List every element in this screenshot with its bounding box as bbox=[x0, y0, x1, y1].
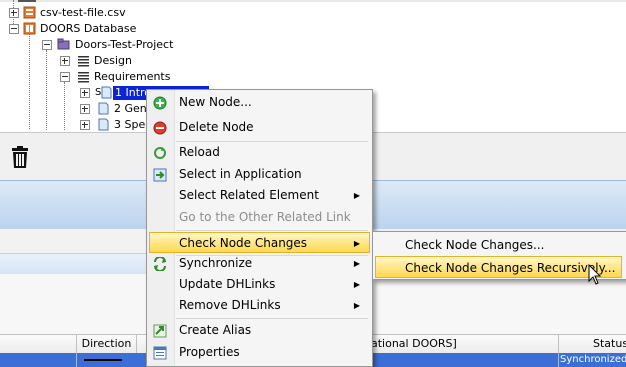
status-cell: Synchronized bbox=[560, 354, 626, 365]
expand-icon[interactable] bbox=[60, 56, 70, 66]
menu-item-properties[interactable]: Properties bbox=[149, 342, 370, 363]
tree-item-requirements[interactable]: Requirements bbox=[0, 69, 200, 85]
menu-item-label: Go to the Other Related Link bbox=[179, 210, 351, 224]
menu-item-label: Select in Application bbox=[179, 167, 302, 181]
list-icon bbox=[78, 72, 89, 83]
expand-icon[interactable] bbox=[9, 8, 19, 18]
delete-red-icon bbox=[153, 121, 167, 135]
column-header-status[interactable]: Status bbox=[558, 335, 626, 353]
tree-item-label: Design bbox=[94, 54, 132, 67]
alias-icon bbox=[153, 324, 167, 338]
submenu-arrow-icon: ▶ bbox=[353, 191, 360, 200]
tree-item-label: DOORS Database bbox=[40, 22, 137, 35]
menu-item-label: New Node... bbox=[179, 95, 252, 109]
menu-item-remove-dhlinks[interactable]: Remove DHLinks ▶ bbox=[149, 295, 370, 316]
submenu-arrow-icon: ▶ bbox=[353, 280, 360, 289]
submenu-arrow-icon: ▶ bbox=[353, 259, 360, 268]
collapse-icon[interactable] bbox=[42, 40, 52, 50]
menu-item-update-dhlinks[interactable]: Update DHLinks ▶ bbox=[149, 274, 370, 295]
sync-icon bbox=[154, 257, 166, 271]
folder-icon bbox=[57, 38, 70, 50]
menu-item-new-node[interactable]: New Node... bbox=[149, 92, 370, 113]
tree-item-csv[interactable]: csv-test-file.csv bbox=[0, 5, 200, 21]
tree-item-project[interactable]: Doors-Test-Project bbox=[0, 37, 200, 53]
collapse-icon[interactable] bbox=[60, 72, 70, 82]
context-menu: New Node... Delete Node Reload Select in… bbox=[146, 89, 373, 367]
tree-item-spec[interactable]: 3 Spec bbox=[0, 117, 151, 133]
select-arrow-icon bbox=[153, 168, 167, 182]
tree-item-label: csv-test-file.csv bbox=[40, 6, 126, 19]
menu-item-label: Remove DHLinks bbox=[179, 298, 281, 312]
tree-item-doors-database[interactable]: DOORS Database bbox=[0, 21, 200, 37]
collapse-icon[interactable] bbox=[9, 24, 19, 34]
submenu-arrow-icon: ▶ bbox=[353, 301, 360, 310]
reload-icon bbox=[154, 147, 166, 159]
add-green-icon bbox=[153, 96, 167, 110]
expand-icon[interactable] bbox=[80, 104, 90, 114]
menu-separator bbox=[176, 318, 368, 319]
submenu-item-check-node-changes[interactable]: Check Node Changes... bbox=[375, 234, 625, 256]
column-header-direction[interactable]: Direction bbox=[76, 335, 136, 353]
menu-item-synchronize[interactable]: Synchronize ▶ bbox=[149, 253, 370, 274]
menu-item-label: Select Related Element bbox=[179, 188, 319, 202]
menu-item-label: Reload bbox=[179, 145, 220, 159]
document-icon bbox=[101, 86, 112, 99]
menu-item-label: Update DHLinks bbox=[179, 277, 276, 291]
menu-item-reload[interactable]: Reload bbox=[149, 142, 370, 163]
database-icon bbox=[23, 22, 36, 35]
submenu-item-check-recursively[interactable]: Check Node Changes Recursively... bbox=[375, 256, 622, 278]
menu-item-label: Check Node Changes bbox=[179, 236, 308, 250]
document-icon bbox=[98, 102, 109, 115]
csv-file-icon bbox=[23, 6, 36, 19]
submenu-arrow-icon: ▶ bbox=[353, 239, 360, 248]
menu-item-check-node-changes[interactable]: Check Node Changes ▶ bbox=[149, 232, 370, 253]
menu-item-select-in-application[interactable]: Select in Application bbox=[149, 164, 370, 185]
document-icon bbox=[98, 118, 109, 131]
cell-divider bbox=[558, 353, 559, 367]
menu-item-delete-node[interactable]: Delete Node bbox=[149, 117, 370, 138]
cell-divider bbox=[76, 353, 77, 367]
properties-icon bbox=[153, 346, 167, 360]
tree-item-label: Requirements bbox=[94, 70, 171, 83]
trash-icon[interactable] bbox=[11, 146, 29, 168]
arrow-left-icon bbox=[84, 359, 122, 361]
menu-item-go-to-related-link: Go to the Other Related Link bbox=[149, 207, 370, 228]
menu-item-select-related-element[interactable]: Select Related Element ▶ bbox=[149, 185, 370, 206]
menu-item-label: Synchronize bbox=[179, 256, 253, 270]
tree-scroll-mark bbox=[18, 0, 36, 2]
column-header[interactable] bbox=[0, 335, 76, 353]
menu-item-label: Properties bbox=[179, 345, 240, 359]
tree-item-general[interactable]: 2 Gene bbox=[0, 101, 154, 117]
mouse-cursor-icon bbox=[588, 264, 602, 285]
menu-separator bbox=[176, 230, 368, 231]
expand-icon[interactable] bbox=[80, 120, 90, 130]
menu-item-create-alias[interactable]: Create Alias bbox=[149, 320, 370, 341]
expand-icon[interactable] bbox=[80, 88, 90, 98]
tree-item-design[interactable]: Design bbox=[0, 53, 200, 69]
menu-item-label: Delete Node bbox=[179, 120, 254, 134]
tree-top-edge bbox=[0, 0, 626, 2]
list-icon bbox=[78, 56, 89, 67]
submenu-item-label: Check Node Changes... bbox=[405, 238, 545, 252]
tree-item-label: Doors-Test-Project bbox=[75, 38, 174, 51]
submenu-item-label: Check Node Changes Recursively... bbox=[405, 261, 616, 275]
menu-item-label: Create Alias bbox=[179, 323, 252, 337]
